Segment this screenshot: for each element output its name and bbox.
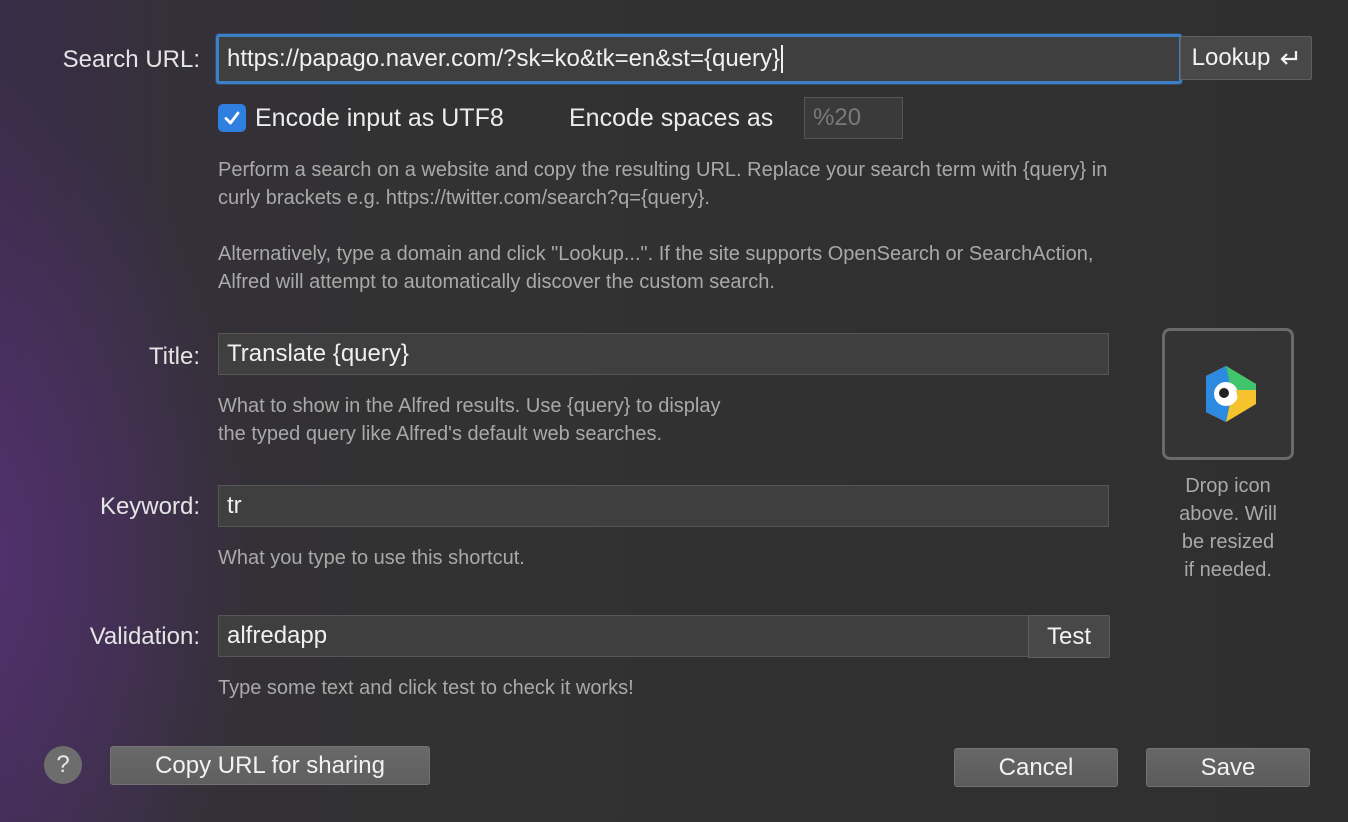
return-arrow-icon [1278,48,1300,68]
test-button-label: Test [1046,622,1091,650]
icon-drop-help: Drop icon above. Will be resized if need… [1150,472,1306,584]
search-url-input[interactable]: https://papago.naver.com/?sk=ko&tk=en&st… [216,34,1182,84]
validation-label: Validation: [89,623,200,650]
search-url-label: Search URL: [62,46,200,73]
title-label: Title: [148,343,200,370]
icon-drop-help-line-3: be resized [1181,531,1275,553]
title-input[interactable]: Translate {query} [218,333,1109,375]
keyword-input[interactable]: tr [218,485,1109,527]
papago-parrot-icon [1206,366,1256,422]
icon-drop-help-line-1: Drop icon [1185,475,1271,497]
search-url-value: https://papago.naver.com/?sk=ko&tk=en&st… [227,45,781,72]
question-mark-icon: ? [56,751,70,778]
copy-url-button-label: Copy URL for sharing [155,751,385,779]
icon-drop-help-line-2: above. Will [1179,503,1277,525]
utf8-checkbox[interactable] [218,104,246,132]
icon-drop-well[interactable] [1162,328,1294,460]
cancel-button[interactable]: Cancel [954,748,1118,787]
lookup-button-label: Lookup [1191,44,1271,71]
help-button[interactable]: ? [44,746,82,784]
text-caret [781,45,784,73]
keyword-value: tr [227,492,242,519]
title-help-line-1: What to show in the Alfred results. Use … [218,395,721,417]
title-help-line-2: the typed query like Alfred's default we… [218,423,663,445]
description-line-3: Alternatively, type a domain and click "… [218,243,1094,265]
lookup-button[interactable]: Lookup [1180,36,1312,80]
test-button[interactable]: Test [1028,615,1110,658]
save-button[interactable]: Save [1146,748,1310,787]
validation-value: alfredapp [227,622,328,649]
keyword-help: What you type to use this shortcut. [218,547,525,569]
copy-url-button[interactable]: Copy URL for sharing [110,746,430,785]
validation-help: Type some text and click test to check i… [218,677,634,699]
save-button-label: Save [1200,753,1256,781]
validation-input[interactable]: alfredapp [218,615,1030,657]
encode-spaces-placeholder: %20 [813,104,862,131]
utf8-label[interactable]: Encode input as UTF8 [255,104,504,133]
encode-spaces-label: Encode spaces as [569,104,774,132]
cancel-button-label: Cancel [998,753,1074,781]
encode-spaces-input[interactable]: %20 [804,97,903,139]
icon-drop-help-line-4: if needed. [1184,559,1272,581]
checkmark-icon [224,111,240,125]
description-line-2: curly brackets e.g. https://twitter.com/… [218,187,710,209]
description-line-1: Perform a search on a website and copy t… [218,159,1108,181]
keyword-label: Keyword: [99,493,200,520]
title-value: Translate {query} [227,340,409,367]
description-line-4: Alfred will attempt to automatically dis… [218,271,775,293]
